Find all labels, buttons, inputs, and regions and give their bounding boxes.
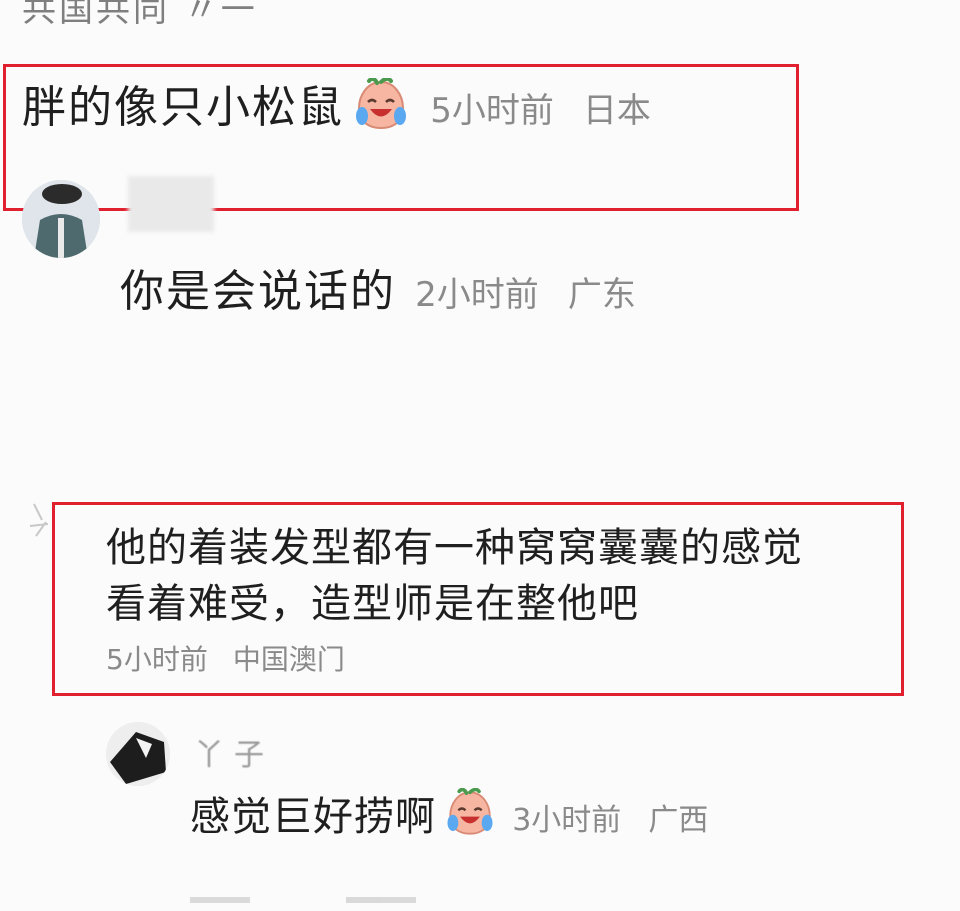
comment-3-time: 5小时前 [106, 643, 208, 676]
comment-1-location: 日本 [582, 91, 651, 131]
comment-4-text: 感觉巨好捞啊 [190, 794, 436, 840]
comment-3-line-2: 看着难受，造型师是在整他吧 [106, 581, 639, 627]
comment-2-text: 你是会说话的 [120, 266, 396, 317]
comment-3-line-1: 他的着装发型都有一种窝窝囊囊的感觉 [106, 525, 803, 571]
comment-4-location: 广西 [648, 803, 709, 838]
comment-1-time: 5小时前 [430, 91, 554, 131]
comment-2[interactable]: 你是会说话的 2小时前 广东 [120, 262, 636, 322]
comment-4-username[interactable]: 丫子 [194, 730, 274, 774]
comment-2-time: 2小时前 [415, 275, 539, 315]
comment-3[interactable]: 他的着装发型都有一种窝窝囊囊的感觉 看着难受，造型师是在整他吧 5小时前 中国澳… [106, 520, 896, 678]
avatar[interactable] [22, 180, 100, 258]
comment-3-location: 中国澳门 [232, 643, 345, 676]
avatar[interactable] [106, 722, 170, 786]
cropped-previous-comment: 共国共同 〃一 [22, 0, 258, 30]
comment-4[interactable]: 感觉巨好捞啊 3小时前 广西 [190, 787, 708, 847]
comment-4-time: 3小时前 [512, 803, 622, 838]
username-redacted [128, 176, 214, 232]
laugh-cry-emoji-icon [443, 787, 497, 863]
comment-2-location: 广东 [567, 275, 636, 315]
laugh-cry-emoji-icon [351, 76, 411, 157]
comment-1-text: 胖的像只小松鼠 [22, 82, 344, 133]
comment-1[interactable]: 胖的像只小松鼠 5小时前 日本 [22, 76, 651, 138]
